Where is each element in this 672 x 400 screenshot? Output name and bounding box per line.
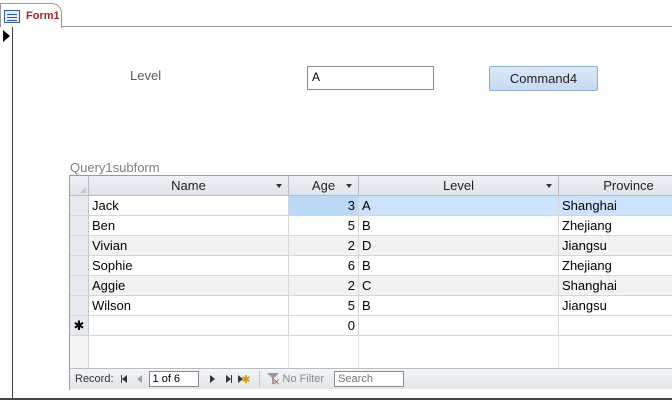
- chevron-down-icon[interactable]: [546, 184, 552, 188]
- previous-record-button[interactable]: [134, 372, 146, 386]
- table-row[interactable]: Wilson 5 B Jiangsu: [70, 296, 672, 316]
- table-row[interactable]: Aggie 2 C Shanghai: [70, 276, 672, 296]
- last-record-button[interactable]: [223, 372, 235, 386]
- command4-button[interactable]: Command4: [489, 66, 598, 91]
- row-selector-filler: [70, 336, 89, 370]
- cell-level[interactable]: B: [359, 256, 559, 276]
- nav-separator: [258, 371, 260, 387]
- cell-province[interactable]: Jiangsu: [559, 296, 672, 316]
- tab-form1[interactable]: Form1: [0, 3, 62, 28]
- row-selector[interactable]: [70, 296, 89, 316]
- column-filler: [89, 336, 289, 370]
- cell-level[interactable]: B: [359, 296, 559, 316]
- table-row[interactable]: Vivian 2 D Jiangsu: [70, 236, 672, 256]
- cell-name[interactable]: Vivian: [89, 236, 289, 256]
- query1-subform-datasheet: Name Age Level Province Jack 3 A Shangha…: [69, 175, 672, 390]
- column-header-name[interactable]: Name: [89, 176, 289, 196]
- row-selector[interactable]: [70, 196, 89, 216]
- cell-level[interactable]: C: [359, 276, 559, 296]
- new-record-button[interactable]: ✱: [238, 372, 251, 386]
- level-textbox[interactable]: A: [307, 66, 434, 90]
- document-tab-strip: Form1: [0, 0, 672, 28]
- row-selector[interactable]: [70, 276, 89, 296]
- last-record-bar-icon: [230, 375, 232, 383]
- column-header-name-label: Name: [171, 178, 206, 193]
- column-header-province-label: Province: [603, 178, 654, 193]
- search-input[interactable]: [334, 371, 405, 387]
- cell-age[interactable]: 0: [289, 316, 359, 336]
- current-record-field[interactable]: 1 of 6: [148, 371, 199, 387]
- next-record-icon: [210, 375, 216, 383]
- cell-province[interactable]: [559, 316, 672, 336]
- cell-level[interactable]: [359, 316, 559, 336]
- cell-province[interactable]: Shanghai: [559, 196, 672, 216]
- cell-province[interactable]: Jiangsu: [559, 236, 672, 256]
- no-filter-button[interactable]: No Filter: [283, 373, 325, 385]
- cell-age[interactable]: 6: [289, 256, 359, 276]
- cell-name[interactable]: Jack: [89, 196, 289, 216]
- table-row[interactable]: Ben 5 B Zhejiang: [70, 216, 672, 236]
- new-record-row[interactable]: ✱ 0: [70, 316, 672, 336]
- column-filler: [359, 336, 559, 370]
- cell-age[interactable]: 3: [289, 196, 359, 216]
- cell-name[interactable]: Wilson: [89, 296, 289, 316]
- record-navigation-bar: Record: 1 of 6 ✱ ✕ No Filter: [70, 368, 672, 389]
- cell-name[interactable]: Ben: [89, 216, 289, 236]
- previous-record-icon: [137, 375, 143, 383]
- column-filler: [289, 336, 359, 370]
- chevron-down-icon[interactable]: [346, 184, 352, 188]
- column-header-level-label: Level: [442, 178, 475, 193]
- no-filter-icon[interactable]: ✕: [266, 372, 281, 387]
- column-header-age-label: Age: [311, 178, 336, 193]
- filter-x-icon: ✕: [272, 377, 281, 387]
- cell-age[interactable]: 2: [289, 236, 359, 256]
- new-record-icon[interactable]: ✱: [70, 316, 89, 336]
- chevron-down-icon[interactable]: [276, 184, 282, 188]
- form-icon: [4, 9, 20, 23]
- cell-province[interactable]: Shanghai: [559, 276, 672, 296]
- cell-level[interactable]: D: [359, 236, 559, 256]
- form-record-selector[interactable]: [0, 27, 13, 400]
- column-header-level[interactable]: Level: [359, 176, 559, 196]
- table-row[interactable]: Sophie 6 B Zhejiang: [70, 256, 672, 276]
- select-all-corner[interactable]: [70, 176, 89, 196]
- record-label: Record:: [75, 373, 114, 385]
- column-header-age[interactable]: Age: [289, 176, 359, 196]
- cell-province[interactable]: Zhejiang: [559, 216, 672, 236]
- level-label: Level: [130, 68, 162, 83]
- cell-name[interactable]: Aggie: [89, 276, 289, 296]
- cell-level[interactable]: A: [359, 196, 559, 216]
- cell-name[interactable]: Sophie: [89, 256, 289, 276]
- next-record-button[interactable]: [207, 372, 219, 386]
- table-row[interactable]: Jack 3 A Shanghai: [70, 196, 672, 216]
- row-selector[interactable]: [70, 216, 89, 236]
- cell-name[interactable]: [89, 316, 289, 336]
- cell-age[interactable]: 2: [289, 276, 359, 296]
- first-record-button[interactable]: [118, 372, 130, 386]
- row-selector[interactable]: [70, 236, 89, 256]
- subform-label: Query1subform: [70, 160, 160, 175]
- column-header-province[interactable]: Province: [559, 176, 672, 196]
- cell-age[interactable]: 5: [289, 216, 359, 236]
- tab-form1-label: Form1: [26, 10, 60, 22]
- current-record-arrow-icon: [3, 30, 10, 42]
- cell-level[interactable]: B: [359, 216, 559, 236]
- row-selector[interactable]: [70, 256, 89, 276]
- new-record-star-icon: ✱: [241, 373, 251, 386]
- cell-age[interactable]: 5: [289, 296, 359, 316]
- cell-province[interactable]: Zhejiang: [559, 256, 672, 276]
- first-record-arrow-icon: [121, 375, 127, 383]
